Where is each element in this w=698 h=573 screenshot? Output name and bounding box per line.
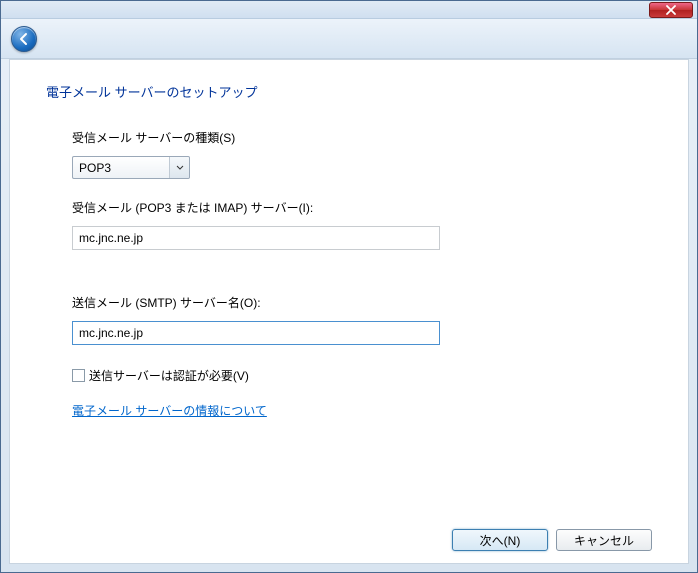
server-type-dropdown[interactable]: POP3 (72, 156, 190, 179)
server-type-group: 受信メール サーバーの種類(S) POP3 (72, 129, 652, 179)
wizard-window: 電子メール サーバーのセットアップ 受信メール サーバーの種類(S) POP3 … (0, 0, 698, 573)
close-button[interactable] (649, 2, 693, 18)
incoming-server-input[interactable] (72, 226, 440, 250)
auth-checkbox-label: 送信サーバーは認証が必要(V) (89, 367, 249, 384)
next-button[interactable]: 次へ(N) (452, 529, 548, 551)
close-icon (665, 5, 677, 15)
header-strip (1, 19, 697, 59)
outgoing-server-label: 送信メール (SMTP) サーバー名(O): (72, 294, 652, 311)
server-info-link[interactable]: 電子メール サーバーの情報について (72, 404, 267, 418)
titlebar (1, 1, 697, 19)
outgoing-server-input[interactable] (72, 321, 440, 345)
incoming-server-group: 受信メール (POP3 または IMAP) サーバー(I): (72, 199, 652, 250)
form-area: 受信メール サーバーの種類(S) POP3 受信メール (POP3 または IM… (46, 129, 652, 517)
outgoing-server-group: 送信メール (SMTP) サーバー名(O): (72, 294, 652, 345)
auth-checkbox-row[interactable]: 送信サーバーは認証が必要(V) (72, 367, 652, 384)
server-type-select-wrap: POP3 (72, 156, 190, 179)
back-button[interactable] (11, 26, 37, 52)
content-pane: 電子メール サーバーのセットアップ 受信メール サーバーの種類(S) POP3 … (9, 59, 689, 564)
server-type-label: 受信メール サーバーの種類(S) (72, 129, 652, 146)
page-title: 電子メール サーバーのセットアップ (46, 82, 652, 101)
cancel-button[interactable]: キャンセル (556, 529, 652, 551)
back-arrow-icon (17, 32, 31, 46)
footer-buttons: 次へ(N) キャンセル (46, 517, 652, 551)
incoming-server-label: 受信メール (POP3 または IMAP) サーバー(I): (72, 199, 652, 216)
auth-checkbox[interactable] (72, 369, 85, 382)
